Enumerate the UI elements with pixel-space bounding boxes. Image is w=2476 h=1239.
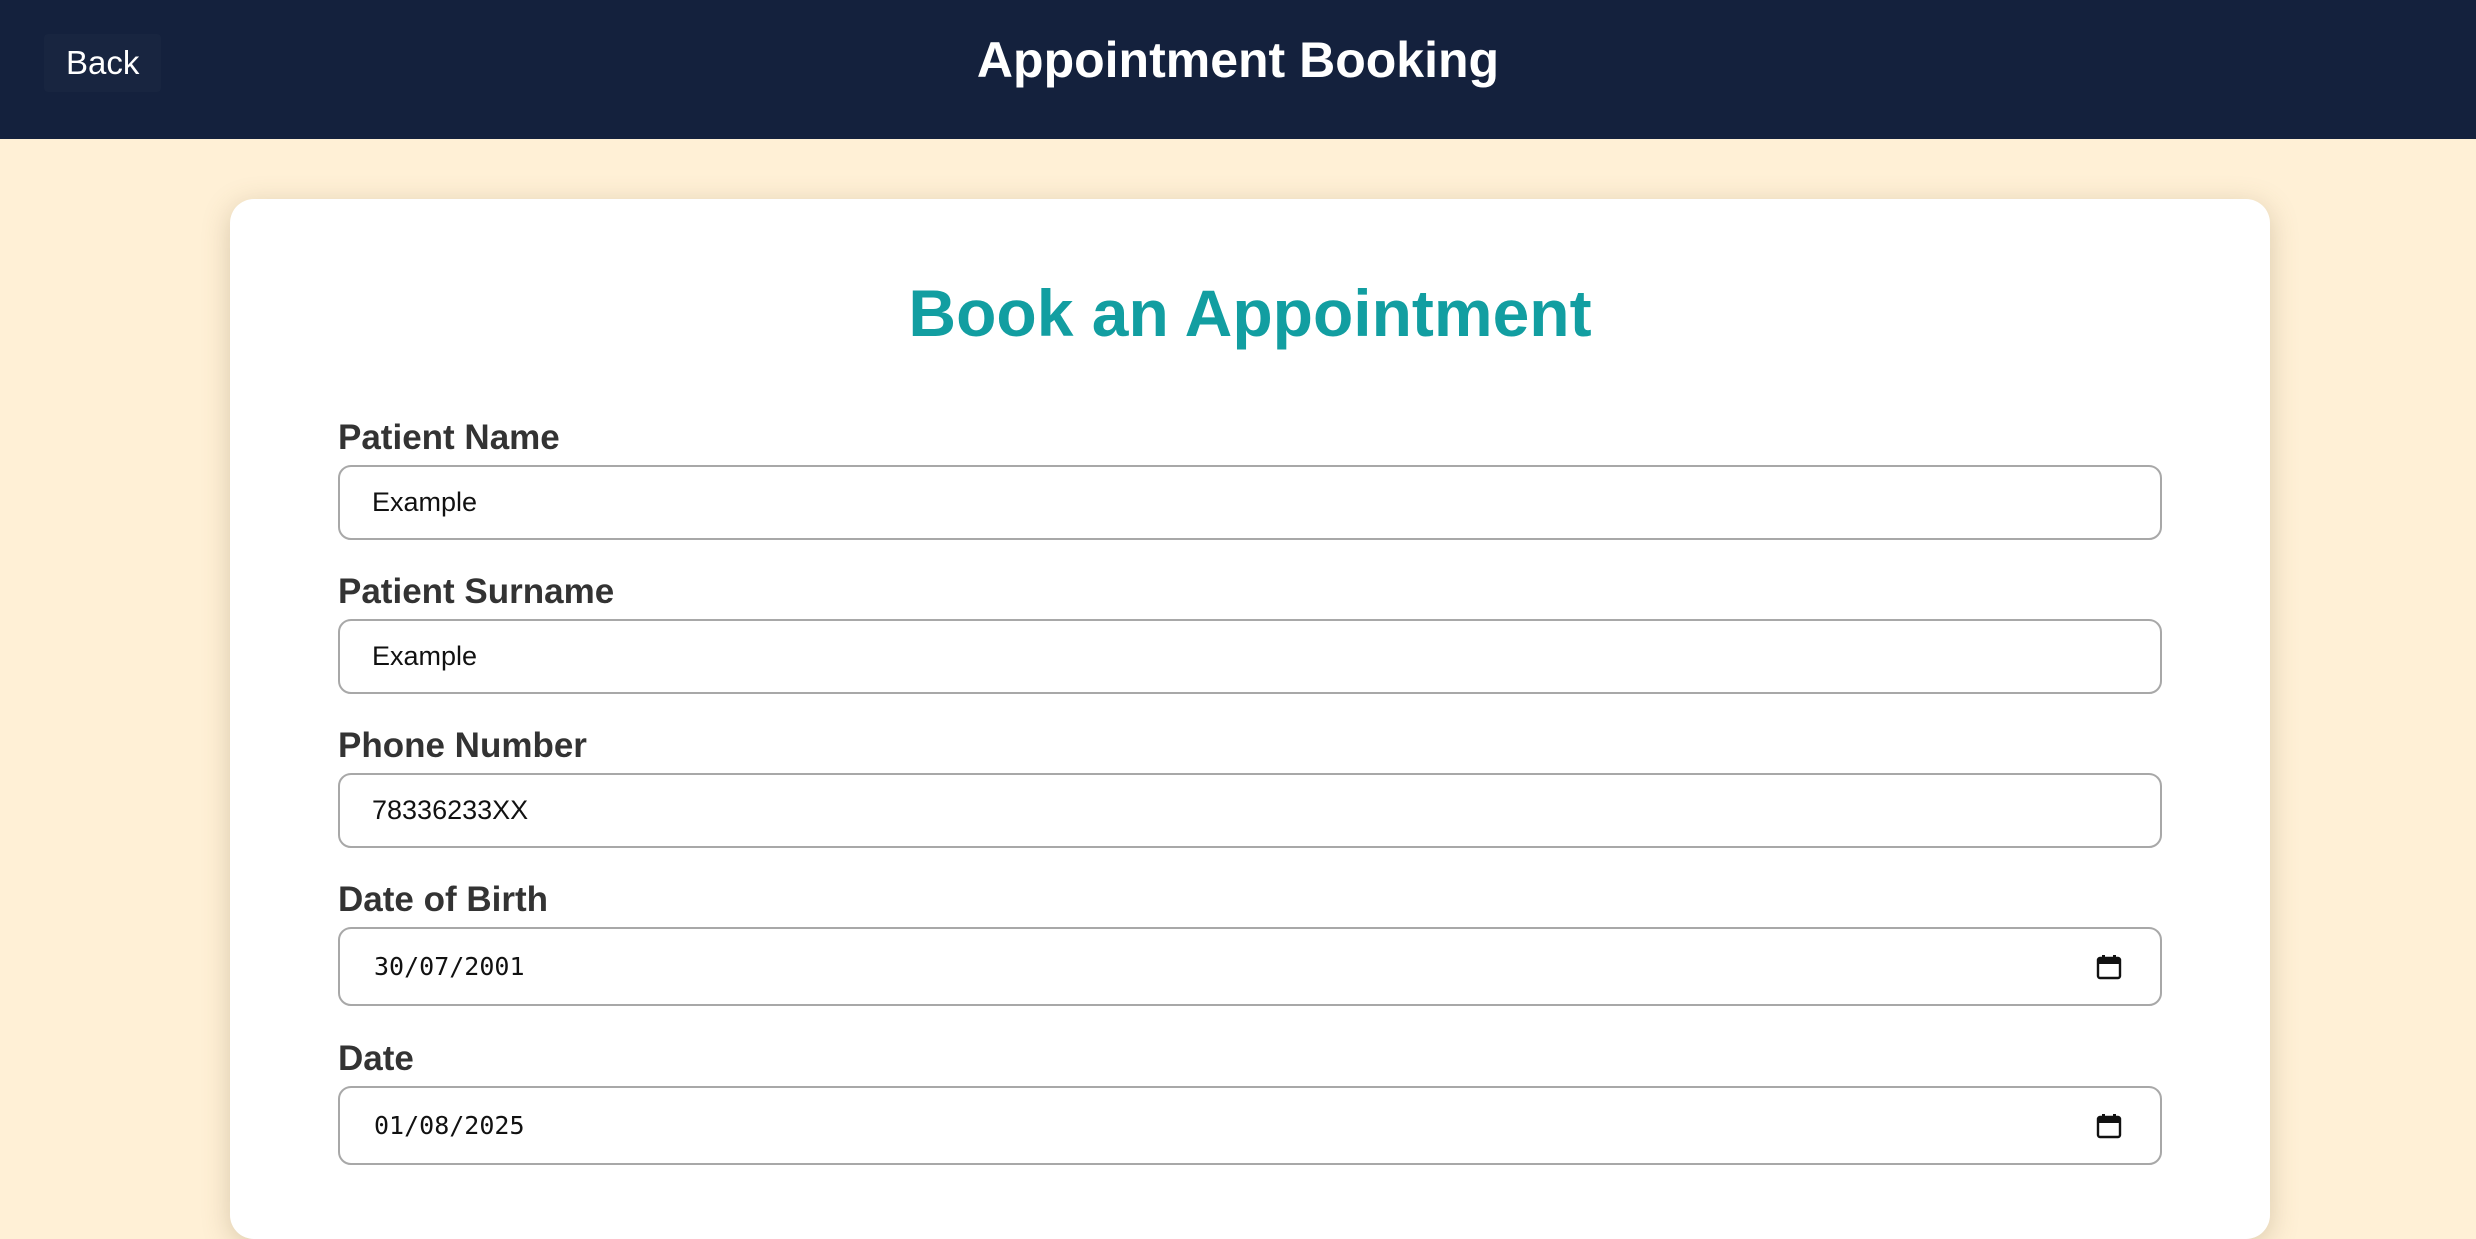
form-title: Book an Appointment — [908, 276, 1592, 350]
patient-surname-input[interactable] — [338, 619, 2162, 694]
patient-name-input[interactable] — [338, 465, 2162, 540]
appointment-date-value: 01/08/2025 — [374, 1111, 525, 1140]
top-bar: Back Appointment Booking — [0, 0, 2476, 139]
app-title: Appointment Booking — [976, 32, 1500, 88]
booking-form-card: Book an Appointment Patient Name Patient… — [230, 199, 2270, 1239]
date-label: Date — [338, 1039, 414, 1078]
patient-surname-label: Patient Surname — [338, 572, 615, 611]
appointment-date-input[interactable]: 01/08/2025 — [338, 1086, 2162, 1165]
phone-number-label: Phone Number — [338, 726, 587, 765]
date-of-birth-value: 30/07/2001 — [374, 952, 525, 981]
date-of-birth-label: Date of Birth — [338, 880, 548, 919]
date-of-birth-input[interactable]: 30/07/2001 — [338, 927, 2162, 1006]
phone-number-input[interactable] — [338, 773, 2162, 848]
calendar-icon[interactable] — [2096, 954, 2122, 980]
patient-name-label: Patient Name — [338, 418, 560, 457]
calendar-icon[interactable] — [2096, 1113, 2122, 1139]
